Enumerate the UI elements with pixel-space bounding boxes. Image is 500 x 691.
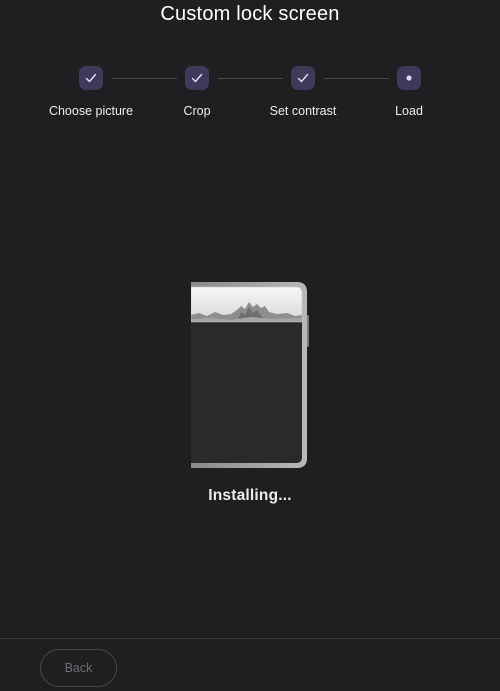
step-current-badge: [397, 66, 421, 90]
lock-screen-picture: [191, 286, 303, 323]
step-label: Crop: [183, 104, 211, 118]
footer-divider: [0, 638, 500, 639]
checkmark-icon: [191, 73, 203, 83]
step-set-contrast: Set contrast: [248, 64, 358, 118]
checkmark-icon: [297, 73, 309, 83]
step-crop: Crop: [142, 64, 252, 118]
step-label: Load: [395, 104, 423, 118]
device-illustration: [191, 282, 309, 468]
back-button[interactable]: Back: [40, 649, 117, 687]
progress-stepper: Choose picture Crop Set contrast Load: [0, 64, 500, 124]
step-completed-badge: [185, 66, 209, 90]
custom-lock-screen-page: Custom lock screen Choose picture Crop S…: [0, 0, 500, 691]
step-completed-badge: [79, 66, 103, 90]
dot-icon: [406, 75, 412, 81]
step-completed-badge: [291, 66, 315, 90]
step-label: Set contrast: [269, 104, 337, 118]
step-label: Choose picture: [48, 104, 134, 118]
page-title: Custom lock screen: [160, 3, 340, 25]
installing-status: Installing...: [208, 487, 292, 504]
step-load: Load: [354, 64, 464, 118]
step-choose-picture: Choose picture: [36, 64, 146, 118]
checkmark-icon: [85, 73, 97, 83]
